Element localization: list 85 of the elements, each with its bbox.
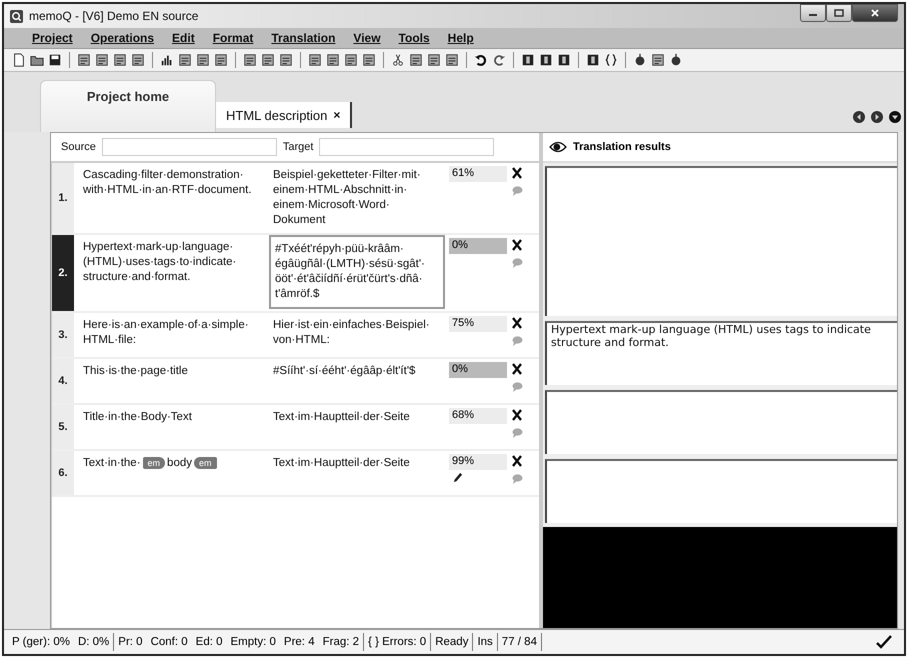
segment-row[interactable]: 4. This·is·the·page·title #Sííht'·sí·ééht'·égââp·élt'ít'$ 0%	[52, 359, 539, 405]
close-tag: em	[194, 457, 216, 469]
match-rate: 75%	[449, 316, 507, 332]
cross-icon[interactable]	[511, 409, 523, 421]
row-number[interactable]: 6.	[52, 451, 74, 495]
folder-icon[interactable]	[30, 53, 44, 67]
status-item: Ins	[477, 636, 493, 648]
target-text[interactable]: Text·im·Hauptteil·der·Seite	[269, 451, 445, 495]
source-filter-field[interactable]	[102, 138, 277, 156]
maximize-button[interactable]	[826, 4, 852, 22]
match-rate: 0%	[449, 362, 507, 378]
source-text: Title·in·the·Body·Text	[82, 410, 193, 425]
braces-icon[interactable]	[604, 53, 618, 67]
status-item: { } Errors: 0	[368, 636, 426, 648]
status-item: 77 / 84	[502, 636, 537, 648]
status-item: Frag: 2	[322, 636, 360, 648]
menu-item[interactable]: Help	[448, 31, 474, 45]
result-text: Hypertext mark-up language (HTML) uses tags to indicate structure and format.	[551, 323, 871, 349]
status-item: Conf: 0	[150, 636, 188, 648]
scissors-icon[interactable]	[391, 53, 405, 67]
target-text[interactable]: Beispiel·geketteter·Filter·mit·einem·HTML·Abschnitt·in·einem·Microsoft·Word·Dokument	[269, 163, 445, 233]
forward-icon[interactable]	[870, 110, 884, 124]
target-label: Target	[282, 141, 314, 153]
redo-icon[interactable]	[492, 53, 506, 67]
segment-row[interactable]: 6. Text·in·the· em body em Text·im·Hauptteil·der·Seite 99%	[52, 451, 539, 497]
target-text[interactable]: #Txéét'répyh·püü-krââm·égâügñâl·(LMTH)·sésü·sgât'·ööt'·ét'âčiídñí·érüt'čürt's·dñâ·t'âmröf.$	[269, 235, 445, 309]
target-text[interactable]: Text·im·Hauptteil·der·Seite	[269, 405, 445, 449]
minimize-button[interactable]	[800, 4, 826, 22]
source-label: Source	[61, 141, 96, 153]
check-icon	[876, 635, 892, 649]
segment-row[interactable]: 3. Here·is·an·example·of·a·simple·HTML·file: Hier·ist·ein·einfaches·Beispiel·von·HTML: 75%	[52, 313, 539, 359]
project-home-tab[interactable]: Project home	[40, 80, 216, 132]
undo-icon[interactable]	[474, 53, 488, 67]
status-item: Empty: 0	[230, 636, 276, 648]
dropdown-icon[interactable]	[888, 110, 902, 124]
menu-item[interactable]: View	[353, 31, 381, 45]
back-icon[interactable]	[852, 110, 866, 124]
target-filter-field[interactable]	[319, 138, 494, 156]
row-number[interactable]: 3.	[52, 313, 74, 357]
cross-icon[interactable]	[511, 239, 523, 251]
match-rate: 99%	[449, 454, 507, 470]
match-rate: 68%	[449, 408, 507, 424]
open-tag: em	[142, 457, 166, 469]
segment-row[interactable]: 2. Hypertext·mark-up·language·(HTML)·uses·tags·to·indicate·structure·and·format. #Txéét'répyh·püü-krââm·égâügñâl·(LMTH)·sésü·sgât'·ööt'·ét'âčiídñí·érüt'čürt's·dñâ·t'âmröf.$ 0%	[52, 235, 539, 313]
cross-icon[interactable]	[511, 363, 523, 375]
status-item: Ed: 0	[196, 636, 223, 648]
menu-item[interactable]: Edit	[172, 31, 195, 45]
segment-row[interactable]: 5. Title·in·the·Body·Text Text·im·Hauptteil·der·Seite 68%	[52, 405, 539, 451]
status-item: Pre: 4	[284, 636, 315, 648]
app-icon	[10, 10, 23, 22]
bar-chart-icon[interactable]	[160, 53, 174, 67]
status-item: D: 0%	[78, 636, 110, 648]
status-item: Pr: 0	[118, 636, 143, 648]
close-button[interactable]	[852, 4, 898, 22]
row-number[interactable]: 2.	[52, 235, 74, 311]
source-text: This·is·the·page·title	[82, 364, 189, 379]
eye-icon	[549, 141, 567, 153]
match-rate: 61%	[449, 166, 507, 182]
source-text: Cascading·filter·demonstration·with·HTML·in·an·RTF·document.	[82, 168, 253, 198]
source-text: Here·is·an·example·of·a·simple·HTML·file:	[82, 318, 250, 348]
cross-icon[interactable]	[511, 455, 523, 467]
results-title: Translation results	[573, 141, 671, 153]
status-item: Ready	[435, 636, 468, 648]
target-text[interactable]: #Sííht'·sí·ééht'·égââp·élt'ít'$	[269, 359, 445, 403]
row-number[interactable]: 4.	[52, 359, 74, 403]
source-text: Text·in·the· em body em	[74, 451, 269, 495]
source-text: Hypertext·mark-up·language·(HTML)·uses·tags·to·indicate·structure·and·format.	[82, 240, 238, 285]
row-number[interactable]: 1.	[52, 163, 74, 233]
menu-item[interactable]: Tools	[398, 31, 430, 45]
cross-icon[interactable]	[511, 317, 523, 329]
status-item: P (ger): 0%	[12, 636, 70, 648]
segment-row[interactable]: 1. Cascading·filter·demonstration·with·HTML·in·an·RTF·document. Beispiel·geketteter·Filter·mit·einem·HTML·Abschnitt·in·einem·Microsoft·Word·Dokument 61%	[52, 163, 539, 235]
document-icon[interactable]	[12, 53, 26, 67]
menu-item[interactable]: Operations	[90, 31, 154, 45]
row-number[interactable]: 5.	[52, 405, 74, 449]
menu-item[interactable]: Translation	[271, 31, 336, 45]
menu-item[interactable]: Project	[32, 31, 73, 45]
match-rate: 0%	[449, 238, 507, 254]
menu-item[interactable]: Format	[212, 31, 254, 45]
cross-icon[interactable]	[511, 167, 523, 179]
maximize-icon	[834, 9, 844, 17]
target-text[interactable]: Hier·ist·ein·einfaches·Beispiel·von·HTML:	[269, 313, 445, 357]
close-icon	[870, 9, 880, 17]
document-tab[interactable]: HTML description ×	[216, 102, 352, 128]
window-title: memoQ - [V6] Demo EN source	[29, 9, 198, 23]
